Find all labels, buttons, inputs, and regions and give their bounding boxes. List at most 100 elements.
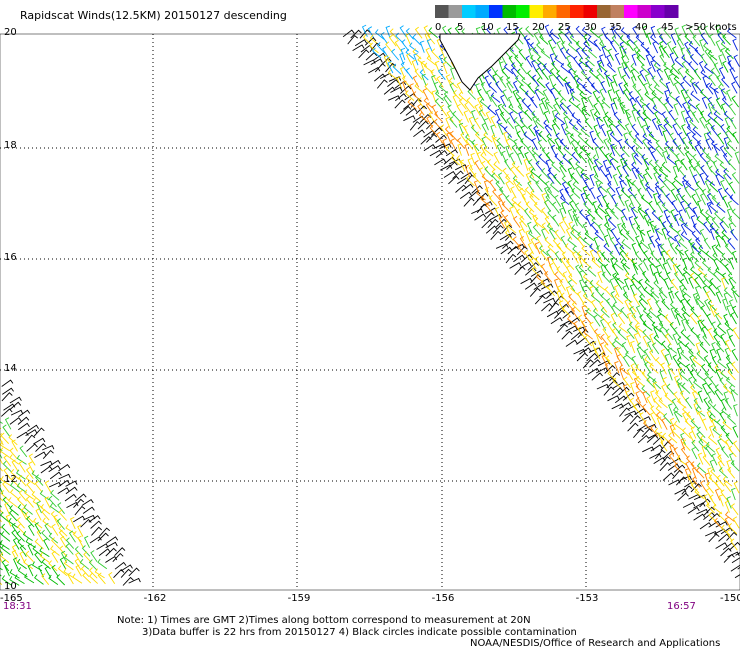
wind-barb [405, 67, 414, 80]
legend-swatch [624, 5, 638, 18]
wind-barb [552, 214, 560, 227]
wind-barb [585, 193, 594, 206]
wind-barb [665, 81, 671, 95]
wind-barb [717, 132, 725, 145]
wind-barb [730, 538, 738, 551]
wind-barb [480, 81, 488, 95]
wind-barb [485, 111, 492, 124]
wind-barb [709, 375, 717, 388]
legend-label: 30 [584, 22, 597, 33]
wind-barb [607, 181, 616, 193]
wind-barb [598, 34, 605, 47]
wind-barb [128, 567, 140, 577]
wind-barb [40, 465, 53, 474]
wind-barb [653, 334, 663, 346]
wind-barb [690, 384, 700, 396]
wind-barb [731, 305, 739, 318]
legend-swatch [664, 5, 679, 18]
wind-barb [65, 537, 75, 549]
wind-barb [91, 526, 103, 536]
wind-barb [690, 90, 700, 102]
wind-barb [587, 158, 593, 171]
wind-barb [701, 96, 708, 109]
wind-barb [587, 265, 597, 277]
wind-barb [724, 347, 731, 360]
wind-barb [97, 558, 108, 570]
wind-barb [626, 327, 635, 339]
wind-barb [684, 249, 691, 262]
wind-barb [632, 138, 643, 150]
wind-barb [663, 67, 670, 81]
wind-barb [532, 224, 542, 236]
wind-barb [433, 143, 446, 150]
wind-barb [0, 452, 3, 465]
wind-barb [431, 90, 437, 103]
wind-barb [487, 69, 496, 81]
legend-label: 5 [457, 22, 463, 33]
wind-barb [474, 213, 487, 221]
wind-barb [463, 197, 475, 207]
wind-barb [723, 313, 730, 327]
wind-barb [733, 54, 740, 67]
wind-barb [651, 209, 661, 222]
wind-barb [642, 258, 649, 271]
wind-barb [59, 535, 67, 549]
wind-barb [722, 195, 729, 208]
wind-barb [586, 76, 595, 88]
wind-barb [633, 193, 641, 206]
wind-barb [705, 291, 713, 304]
wind-barb [651, 75, 660, 88]
wind-barb [653, 61, 664, 73]
wind-barb [0, 477, 3, 481]
wind-barb [703, 63, 714, 74]
wind-barb [637, 89, 644, 102]
wind-barb [732, 425, 739, 438]
wind-barb [536, 77, 546, 89]
wind-barb [540, 48, 551, 59]
wind-barb [568, 293, 577, 305]
wind-barb [694, 46, 704, 59]
wind-barb [352, 44, 365, 51]
wind-barb [670, 188, 678, 201]
wind-barb [635, 167, 644, 179]
wind-barb [721, 252, 731, 264]
wind-barb [90, 520, 102, 529]
wind-barb [651, 89, 661, 101]
wind-barb [616, 347, 625, 359]
wind-barb [700, 165, 708, 177]
wind-barb [17, 538, 27, 551]
wind-barb [708, 74, 716, 87]
wind-barb [653, 83, 664, 95]
wind-barb [18, 422, 30, 431]
wind-barb [730, 460, 740, 472]
wind-barb [0, 531, 11, 542]
wind-barb [700, 69, 711, 80]
wind-barb [719, 411, 727, 424]
wind-barb [585, 55, 595, 67]
wind-barb [700, 88, 710, 100]
wind-barb [684, 206, 691, 220]
wind-barb [697, 390, 703, 403]
wind-barb [722, 419, 732, 431]
wind-barb [425, 47, 432, 60]
wind-barb [495, 180, 504, 193]
wind-barb [58, 529, 67, 542]
y-label-12: 12 [4, 474, 17, 485]
wind-barb [527, 82, 536, 95]
wind-barb [612, 74, 618, 87]
wind-barb [43, 538, 50, 551]
wind-barb [661, 202, 671, 214]
wind-barb [405, 90, 415, 101]
wind-barb [513, 215, 521, 228]
wind-barb [609, 131, 619, 143]
wind-barb [635, 96, 643, 109]
wind-barb [573, 146, 582, 159]
wind-barb [412, 75, 420, 88]
wind-barb [610, 81, 616, 94]
wind-barb [699, 341, 709, 354]
wind-barb [601, 251, 610, 263]
wind-barb [558, 160, 567, 173]
wind-barb [496, 143, 503, 156]
wind-barb [725, 376, 736, 388]
wind-barb [527, 104, 536, 116]
